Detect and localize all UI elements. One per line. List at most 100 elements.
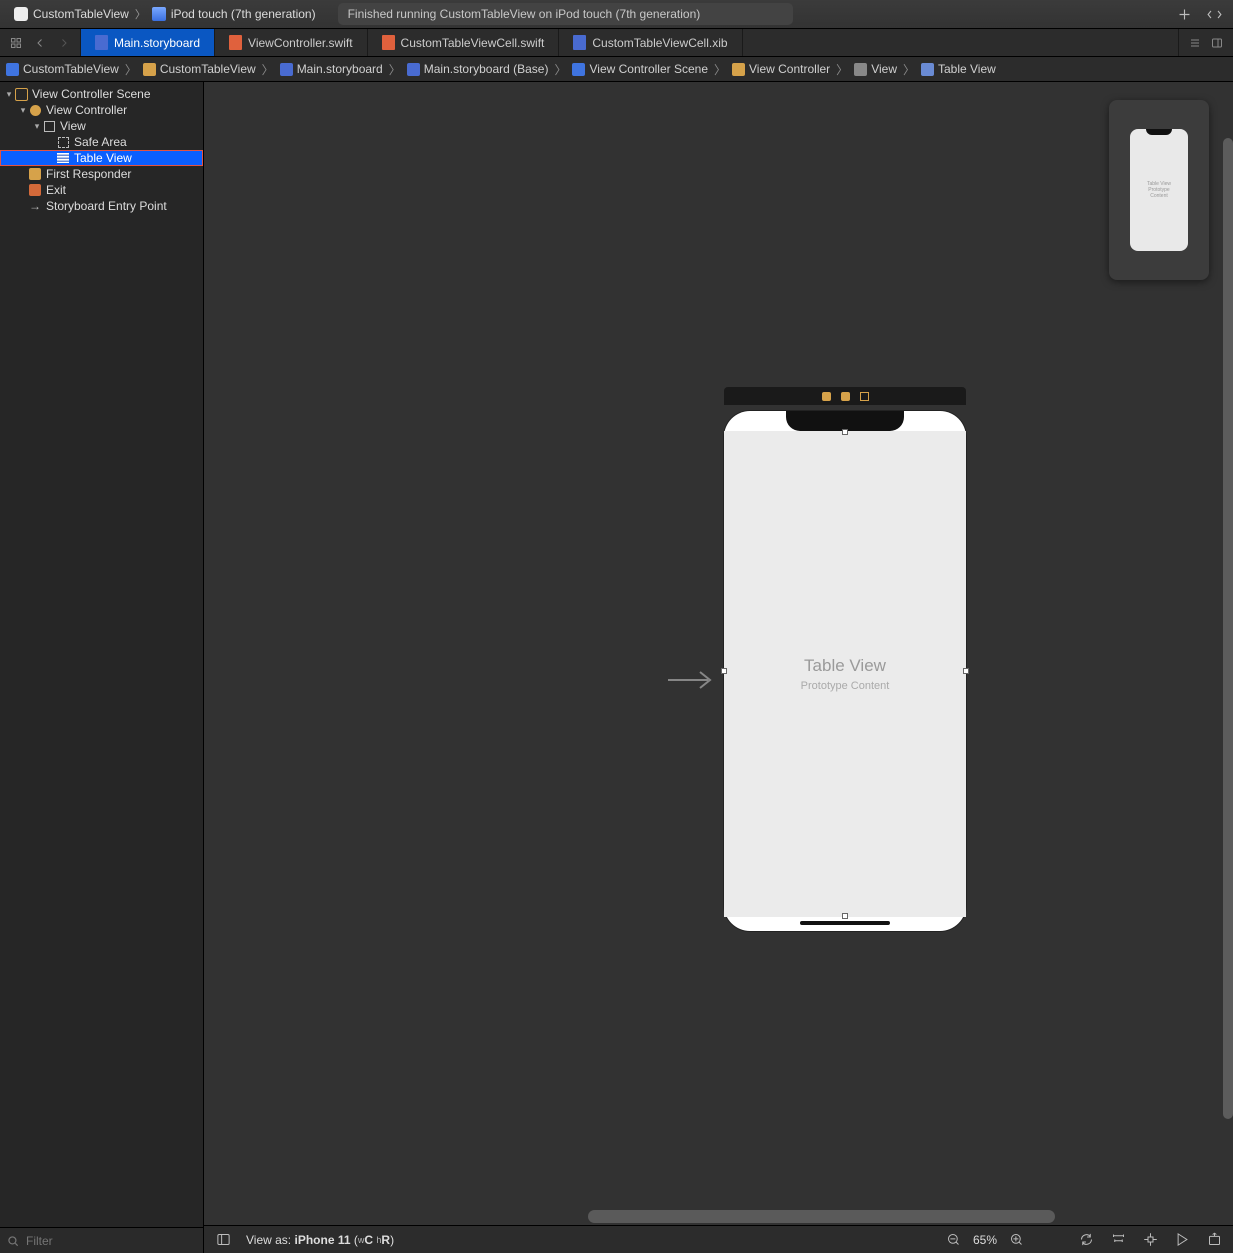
jump-bar-label: View Controller: [749, 62, 830, 76]
table-view-element[interactable]: Table View Prototype Content: [724, 431, 966, 917]
jump-bar[interactable]: CustomTableView 〉 CustomTableView 〉 Main.sto…: [0, 57, 1233, 82]
chevron-right-icon: 〉: [135, 6, 146, 22]
status-text: Finished running CustomTableView on iPod…: [348, 7, 701, 21]
disclosure-triangle-icon[interactable]: ▾: [18, 105, 28, 116]
fr-icon: [28, 167, 42, 181]
toolbar: CustomTableView 〉 iPod touch (7th genera…: [0, 0, 1233, 29]
outline-node-label: Table View: [74, 151, 132, 165]
chevron-right-icon: 〉: [712, 61, 728, 78]
sb-icon: [407, 63, 420, 76]
jump-bar-segment-3[interactable]: Main.storyboard (Base): [407, 62, 549, 76]
outline-node-view[interactable]: ▾View: [0, 118, 203, 134]
arrow-icon: →: [28, 199, 42, 213]
resize-handle-left[interactable]: [721, 668, 727, 674]
library-add-button[interactable]: [1173, 3, 1195, 25]
scheme-selector[interactable]: CustomTableView: [14, 7, 129, 21]
canvas-scrollbar-vertical[interactable]: [1223, 82, 1233, 1197]
jump-bar-label: CustomTableView: [23, 62, 119, 76]
outline-node-storyboard-entry-point[interactable]: →Storyboard Entry Point: [0, 198, 203, 214]
view-as-device: iPhone 11: [294, 1233, 350, 1247]
swift-file-icon: [229, 35, 242, 50]
outline-filter-bar[interactable]: [0, 1227, 203, 1253]
exit-dock-icon[interactable]: [860, 392, 869, 401]
canvas-scrollbar-horizontal[interactable]: [408, 1210, 1227, 1223]
jump-bar-segment-6[interactable]: View: [854, 62, 897, 76]
resize-handle-bottom[interactable]: [842, 913, 848, 919]
outline-node-table-view[interactable]: Table View: [0, 150, 203, 166]
zoom-level[interactable]: 65%: [973, 1233, 997, 1247]
resize-handle-right[interactable]: [963, 668, 969, 674]
view-as-label: View as:: [246, 1233, 291, 1247]
outline-node-view-controller-scene[interactable]: ▾ View Controller Scene: [0, 86, 203, 102]
outline-node-safe-area[interactable]: Safe Area: [0, 134, 203, 150]
outline-node-first-responder[interactable]: First Responder: [0, 166, 203, 182]
toggle-outline-button[interactable]: [214, 1231, 232, 1249]
nav-forward-button[interactable]: [54, 33, 74, 53]
first-responder-dock-icon[interactable]: [841, 392, 850, 401]
jump-bar-segment-1[interactable]: CustomTableView: [143, 62, 256, 76]
document-outline: ▾ View Controller Scene ▾ View Controller▾V…: [0, 82, 204, 1253]
app-icon: [14, 7, 28, 21]
activity-status[interactable]: Finished running CustomTableView on iPod…: [338, 3, 793, 25]
device-configuration-button[interactable]: View as: iPhone 11 (wC hR): [246, 1233, 394, 1247]
nav-back-button[interactable]: [30, 33, 50, 53]
view-icon: [42, 119, 56, 133]
add-constraints-button[interactable]: [1141, 1231, 1159, 1249]
jump-bar-label: View: [871, 62, 897, 76]
scene-dock[interactable]: [724, 387, 966, 405]
outline-tree[interactable]: ▾ View Controller Scene ▾ View Controller▾V…: [0, 82, 203, 1227]
scene-icon: [14, 87, 28, 101]
code-review-button[interactable]: [1203, 3, 1225, 25]
update-frames-button[interactable]: [1077, 1231, 1095, 1249]
resize-handle-top[interactable]: [842, 429, 848, 435]
related-items-button[interactable]: [6, 33, 26, 53]
tview-icon: [921, 63, 934, 76]
view-controller-scene[interactable]: Table View Prototype Content: [724, 387, 966, 931]
vc-icon: [28, 103, 42, 117]
storyboard-entry-arrow[interactable]: [666, 669, 718, 694]
safe-icon: [56, 135, 70, 149]
scheme-destination-pill[interactable]: CustomTableView 〉 iPod touch (7th genera…: [8, 4, 322, 24]
editor-tab-1[interactable]: ViewController.swift: [215, 29, 367, 56]
interface-builder-canvas[interactable]: Table View Prototype Content: [204, 82, 1233, 1225]
jump-bar-segment-5[interactable]: View Controller: [732, 62, 830, 76]
view-controller-dock-icon[interactable]: [822, 392, 831, 401]
canvas-minimap[interactable]: Table View Prototype Content: [1109, 100, 1209, 280]
chevron-right-icon: 〉: [123, 61, 139, 78]
minimap-subtitle: Prototype Content: [1145, 187, 1174, 199]
outline-node-label: View Controller Scene: [32, 87, 151, 101]
editor-options-button[interactable]: [1185, 33, 1205, 53]
zoom-out-button[interactable]: [945, 1231, 963, 1249]
zoom-in-button[interactable]: [1007, 1231, 1025, 1249]
outline-node-view-controller[interactable]: ▾ View Controller: [0, 102, 203, 118]
editor-tab-3[interactable]: CustomTableViewCell.xib: [559, 29, 742, 56]
swift-file-icon: [382, 35, 395, 50]
editor-tab-2[interactable]: CustomTableViewCell.swift: [368, 29, 560, 56]
jump-bar-segment-4[interactable]: View Controller Scene: [572, 62, 708, 76]
editor-tab-0[interactable]: Main.storyboard: [81, 29, 215, 56]
editor-tab-bar: Main.storyboard ViewController.swift Custo…: [0, 29, 1233, 57]
device-icon: [152, 7, 166, 21]
scheme-name: CustomTableView: [33, 7, 129, 21]
filter-icon: [6, 1234, 20, 1248]
outline-filter-input[interactable]: [24, 1233, 197, 1249]
device-frame[interactable]: Table View Prototype Content: [724, 411, 966, 931]
jump-bar-label: Table View: [938, 62, 996, 76]
sb-icon: [280, 63, 293, 76]
adjust-editor-button[interactable]: [1207, 33, 1227, 53]
disclosure-triangle-icon[interactable]: ▾: [4, 89, 14, 100]
destination-selector[interactable]: iPod touch (7th generation): [152, 7, 316, 21]
tab-label: ViewController.swift: [248, 36, 352, 50]
align-button[interactable]: [1109, 1231, 1127, 1249]
resolve-constraints-button[interactable]: [1173, 1231, 1191, 1249]
outline-node-label: View Controller: [46, 103, 127, 117]
destination-name: iPod touch (7th generation): [171, 7, 316, 21]
embed-in-button[interactable]: [1205, 1231, 1223, 1249]
disclosure-triangle-icon[interactable]: ▾: [32, 121, 42, 132]
outline-node-label: Safe Area: [74, 135, 127, 149]
outline-node-exit[interactable]: Exit: [0, 182, 203, 198]
proj-icon: [6, 63, 19, 76]
jump-bar-segment-0[interactable]: CustomTableView: [6, 62, 119, 76]
jump-bar-segment-7[interactable]: Table View: [921, 62, 996, 76]
jump-bar-segment-2[interactable]: Main.storyboard: [280, 62, 383, 76]
